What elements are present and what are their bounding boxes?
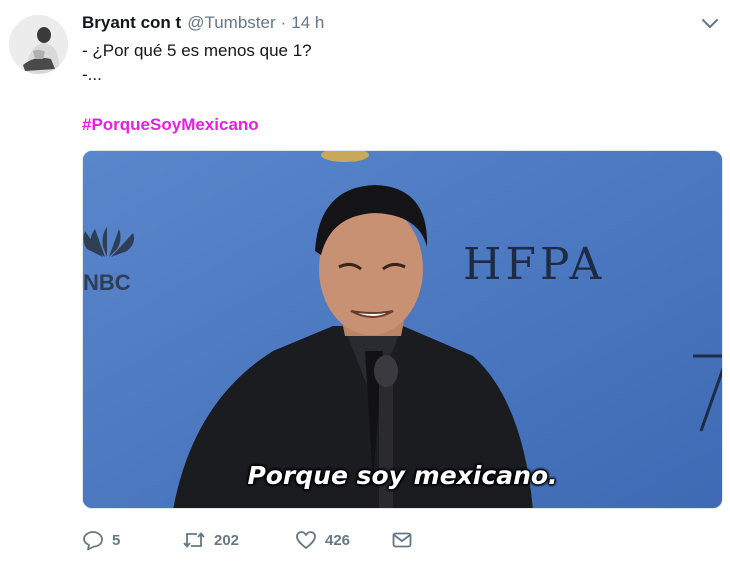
- like-count: 426: [325, 531, 351, 549]
- nbc-logo: NBC: [83, 270, 131, 295]
- retweet-button[interactable]: 202: [182, 529, 295, 551]
- direct-message-button[interactable]: [391, 529, 413, 551]
- tweet-text-line-2: -...: [82, 65, 102, 84]
- envelope-icon: [391, 529, 413, 551]
- tweet-text-line-1: - ¿Por qué 5 es menos que 1?: [82, 41, 312, 60]
- display-name[interactable]: Bryant con t: [82, 13, 181, 33]
- reply-count: 5: [112, 531, 121, 549]
- media-gif[interactable]: HFPA NBC Porque soy mexicano.: [82, 150, 723, 509]
- tweet-header: Bryant con t @Tumbster · 14 h: [82, 13, 324, 35]
- timestamp[interactable]: 14 h: [291, 13, 324, 33]
- like-button[interactable]: 426: [295, 529, 391, 551]
- tweet[interactable]: Bryant con t @Tumbster · 14 h - ¿Por qué…: [0, 0, 730, 566]
- heart-icon: [295, 529, 317, 551]
- chevron-down-icon[interactable]: [700, 15, 720, 33]
- hfpa-backdrop-text: HFPA: [463, 239, 606, 290]
- separator-dot: ·: [280, 13, 287, 32]
- hashtag-link[interactable]: #PorqueSoyMexicano: [82, 115, 259, 135]
- retweet-icon: [182, 529, 206, 551]
- reply-button[interactable]: 5: [82, 529, 178, 551]
- gif-subtitle: Porque soy mexicano.: [247, 461, 558, 490]
- retweet-count: 202: [214, 531, 240, 549]
- avatar[interactable]: [9, 15, 68, 74]
- reply-icon: [82, 529, 104, 551]
- tweet-actions: 5 202 426: [82, 528, 413, 552]
- user-handle[interactable]: @Tumbster: [187, 13, 275, 33]
